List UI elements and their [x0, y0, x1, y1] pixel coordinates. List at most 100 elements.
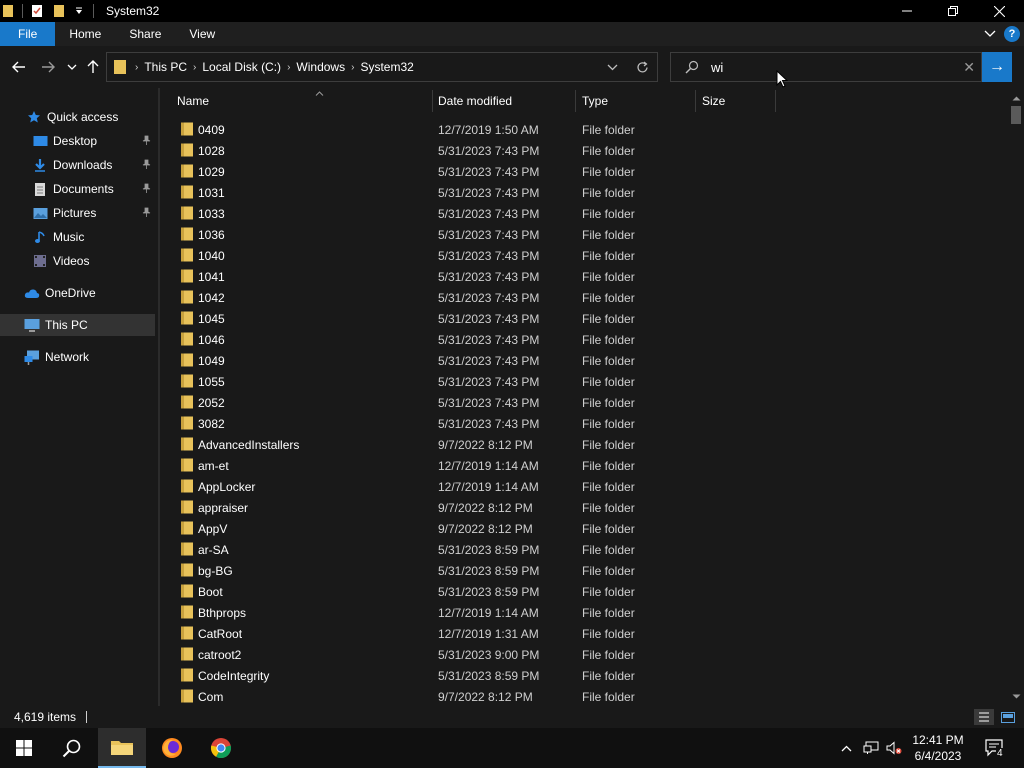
recent-locations-button[interactable] — [61, 56, 83, 78]
column-divider[interactable] — [775, 90, 776, 112]
file-row[interactable]: 1046 5/31/2023 7:43 PM File folder — [160, 329, 1008, 350]
sidebar-item-videos[interactable]: Videos — [0, 250, 155, 272]
file-row[interactable]: 0409 12/7/2019 1:50 AM File folder — [160, 119, 1008, 140]
sidebar-item-documents[interactable]: Documents — [0, 178, 155, 200]
title-bar: System32 — [0, 0, 1024, 22]
folder-icon — [180, 668, 194, 682]
search-input[interactable] — [711, 59, 941, 75]
breadcrumb-separator[interactable]: › — [191, 62, 198, 73]
vertical-scrollbar[interactable] — [1008, 88, 1024, 706]
maximize-button[interactable] — [930, 0, 976, 22]
address-bar[interactable]: › This PC › Local Disk (C:) › Windows › … — [106, 52, 658, 82]
pin-icon[interactable] — [142, 159, 151, 172]
file-row[interactable]: catroot2 5/31/2023 9:00 PM File folder — [160, 644, 1008, 665]
file-row[interactable]: am-et 12/7/2019 1:14 AM File folder — [160, 455, 1008, 476]
details-view-button[interactable] — [974, 709, 994, 725]
scrollbar-thumb[interactable] — [1011, 106, 1021, 124]
file-row[interactable]: 1055 5/31/2023 7:43 PM File folder — [160, 371, 1008, 392]
minimize-button[interactable] — [884, 0, 930, 22]
properties-icon[interactable] — [29, 0, 45, 22]
file-row[interactable]: appraiser 9/7/2022 8:12 PM File folder — [160, 497, 1008, 518]
pin-icon[interactable] — [142, 207, 151, 220]
file-row[interactable]: Bthprops 12/7/2019 1:14 AM File folder — [160, 602, 1008, 623]
refresh-icon[interactable] — [627, 53, 657, 81]
address-history-dropdown[interactable] — [597, 53, 627, 81]
expand-ribbon-icon[interactable] — [984, 27, 996, 41]
file-row[interactable]: Boot 5/31/2023 8:59 PM File folder — [160, 581, 1008, 602]
pin-icon[interactable] — [142, 135, 151, 148]
file-row[interactable]: bg-BG 5/31/2023 8:59 PM File folder — [160, 560, 1008, 581]
file-row[interactable]: 1040 5/31/2023 7:43 PM File folder — [160, 245, 1008, 266]
sidebar-item-quick-access[interactable]: Quick access — [0, 106, 155, 128]
search-taskbar-button[interactable] — [48, 728, 96, 768]
search-go-button[interactable]: → — [982, 52, 1012, 82]
column-divider[interactable] — [575, 90, 576, 112]
file-row[interactable]: Com 9/7/2022 8:12 PM File folder — [160, 686, 1008, 706]
column-header-size[interactable]: Size — [702, 88, 774, 114]
firefox-icon[interactable] — [148, 728, 196, 768]
breadcrumb-this-pc[interactable]: This PC — [140, 60, 191, 74]
tab-view[interactable]: View — [175, 22, 229, 46]
sidebar-item-onedrive[interactable]: OneDrive — [0, 282, 155, 304]
sidebar-item-this-pc[interactable]: This PC — [0, 314, 155, 336]
new-folder-icon[interactable] — [51, 0, 67, 22]
file-row[interactable]: AppLocker 12/7/2019 1:14 AM File folder — [160, 476, 1008, 497]
file-row[interactable]: AppV 9/7/2022 8:12 PM File folder — [160, 518, 1008, 539]
breadcrumb-separator[interactable]: › — [285, 62, 292, 73]
breadcrumb-local-disk[interactable]: Local Disk (C:) — [198, 60, 285, 74]
taskbar-clock[interactable]: 12:41 PM 6/4/2023 — [900, 731, 976, 765]
breadcrumb-separator[interactable]: › — [133, 62, 140, 73]
breadcrumb-separator[interactable]: › — [349, 62, 356, 73]
column-header-type[interactable]: Type — [582, 88, 694, 114]
column-header-name[interactable]: Name — [177, 88, 431, 114]
scroll-up-icon[interactable] — [1008, 90, 1024, 106]
start-button[interactable] — [0, 728, 48, 768]
sidebar-item-pictures[interactable]: Pictures — [0, 202, 155, 224]
breadcrumb-system32[interactable]: System32 — [356, 60, 417, 74]
scroll-down-icon[interactable] — [1008, 688, 1024, 704]
forward-button[interactable] — [37, 56, 59, 78]
notifications-button[interactable]: 4 — [982, 728, 1008, 768]
search-box[interactable]: ✕ — [670, 52, 982, 82]
back-button[interactable] — [8, 56, 30, 78]
pin-icon[interactable] — [142, 183, 151, 196]
file-row[interactable]: CodeIntegrity 5/31/2023 8:59 PM File folde… — [160, 665, 1008, 686]
file-row[interactable]: 3082 5/31/2023 7:43 PM File folder — [160, 413, 1008, 434]
show-hidden-icons-button[interactable] — [836, 728, 856, 768]
tab-home[interactable]: Home — [55, 22, 115, 46]
sidebar-item-network[interactable]: Network — [0, 346, 155, 368]
file-explorer-taskbar-button[interactable] — [98, 728, 146, 768]
file-row[interactable]: 1036 5/31/2023 7:43 PM File folder — [160, 224, 1008, 245]
tab-share[interactable]: Share — [115, 22, 175, 46]
file-row[interactable]: 1031 5/31/2023 7:43 PM File folder — [160, 182, 1008, 203]
clear-search-icon[interactable]: ✕ — [963, 59, 975, 76]
column-header-date-modified[interactable]: Date modified — [438, 88, 576, 114]
column-divider[interactable] — [695, 90, 696, 112]
up-button[interactable] — [82, 56, 104, 78]
file-row[interactable]: 1049 5/31/2023 7:43 PM File folder — [160, 350, 1008, 371]
file-row[interactable]: AdvancedInstallers 9/7/2022 8:12 PM File f… — [160, 434, 1008, 455]
tab-file[interactable]: File — [0, 22, 56, 46]
file-row[interactable]: ar-SA 5/31/2023 8:59 PM File folder — [160, 539, 1008, 560]
file-row[interactable]: CatRoot 12/7/2019 1:31 AM File folder — [160, 623, 1008, 644]
folder-icon — [180, 353, 194, 367]
file-row[interactable]: 1033 5/31/2023 7:43 PM File folder — [160, 203, 1008, 224]
breadcrumb-windows[interactable]: Windows — [292, 60, 349, 74]
network-status-icon[interactable] — [860, 728, 882, 768]
help-icon[interactable]: ? — [1004, 26, 1020, 42]
chrome-icon[interactable] — [197, 728, 245, 768]
file-row[interactable]: 1042 5/31/2023 7:43 PM File folder — [160, 287, 1008, 308]
file-row[interactable]: 1045 5/31/2023 7:43 PM File folder — [160, 308, 1008, 329]
column-divider[interactable] — [432, 90, 433, 112]
large-icons-view-button[interactable] — [998, 709, 1018, 725]
file-row[interactable]: 2052 5/31/2023 7:43 PM File folder — [160, 392, 1008, 413]
sidebar-item-desktop[interactable]: Desktop — [0, 130, 155, 152]
sidebar-item-music[interactable]: Music — [0, 226, 155, 248]
file-row[interactable]: 1029 5/31/2023 7:43 PM File folder — [160, 161, 1008, 182]
sidebar-item-downloads[interactable]: Downloads — [0, 154, 155, 176]
file-row[interactable]: 1028 5/31/2023 7:43 PM File folder — [160, 140, 1008, 161]
customize-toolbar-icon[interactable] — [71, 0, 87, 22]
file-row[interactable]: 1041 5/31/2023 7:43 PM File folder — [160, 266, 1008, 287]
close-button[interactable] — [976, 0, 1022, 22]
file-date-modified: 9/7/2022 8:12 PM — [438, 689, 533, 704]
